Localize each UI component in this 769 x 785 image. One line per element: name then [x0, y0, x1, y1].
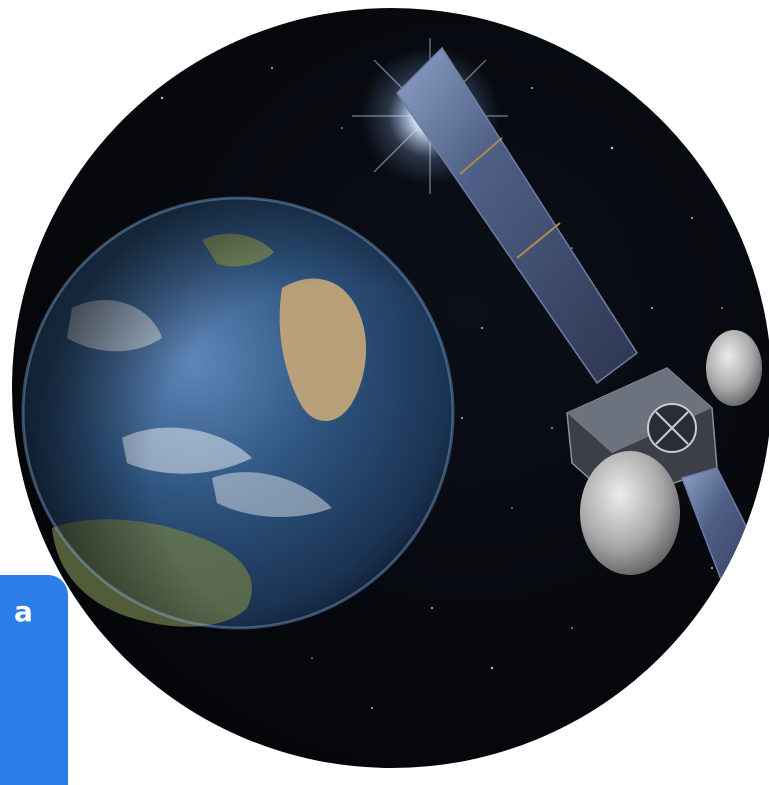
space-scene: [21, 38, 769, 709]
earth: [21, 196, 455, 630]
image-stage: a: [0, 0, 769, 785]
satellite: [396, 46, 769, 610]
badge-text: a: [14, 595, 33, 628]
label-badge: a: [0, 575, 68, 785]
space-illustration: [12, 8, 769, 768]
